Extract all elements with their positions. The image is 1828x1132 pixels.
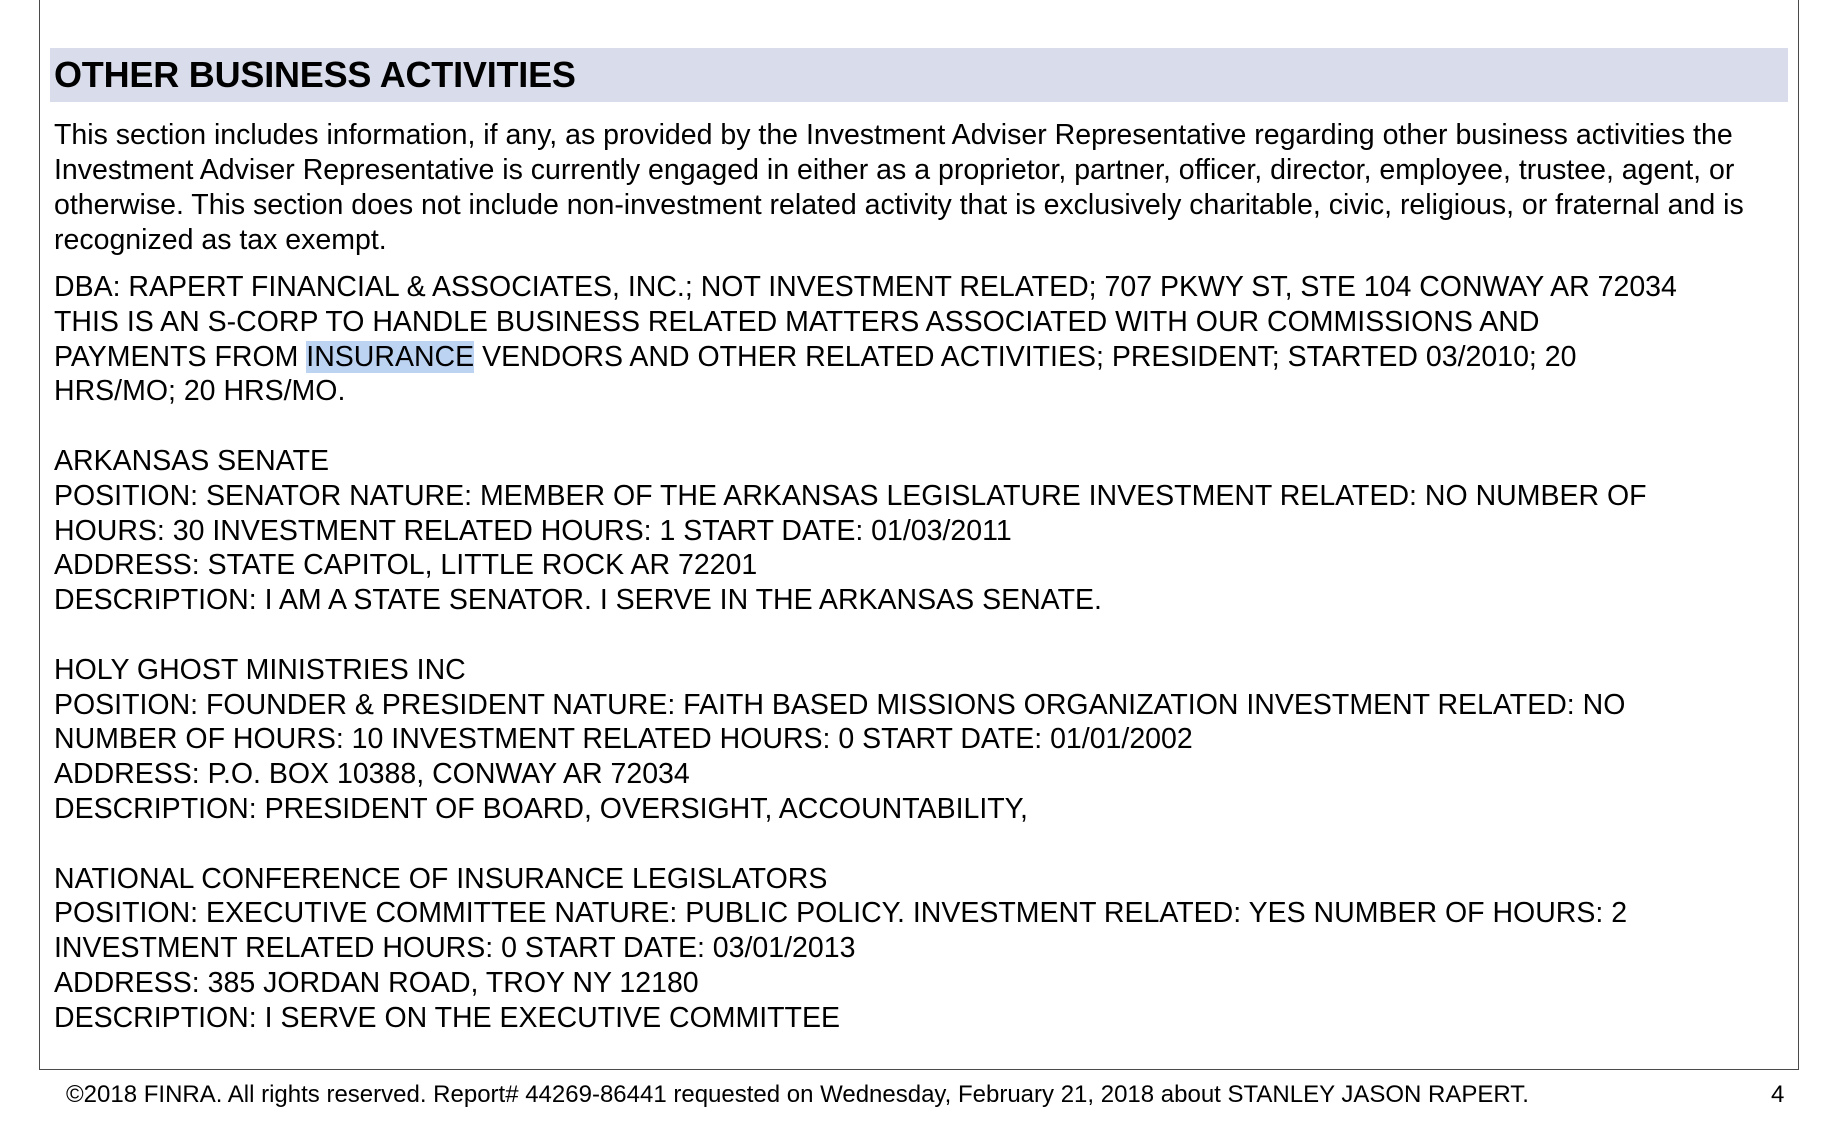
section-intro: This section includes information, if an… [54,119,1744,256]
activity-name: HOLY GHOST MINISTRIES INC [54,653,466,686]
dba-line: PAYMENTS FROM INSURANCE VENDORS AND OTHE… [54,340,1814,375]
dba-line: THIS IS AN S-CORP TO HANDLE BUSINESS REL… [54,305,1540,338]
activity-hours: NUMBER OF HOURS: 10 INVESTMENT RELATED H… [54,723,1193,756]
entry-spacer [54,827,1814,862]
dba-line-text: PAYMENTS FROM [54,340,307,373]
activity-position: POSITION: FOUNDER & PRESIDENT NATURE: FA… [54,688,1626,721]
activity-position: POSITION: EXECUTIVE COMMITTEE NATURE: PU… [54,897,1628,930]
activity-entry: HOLY GHOST MINISTRIES INC POSITION: FOUN… [54,653,1814,827]
activity-entry: NATIONAL CONFERENCE OF INSURANCE LEGISLA… [54,862,1814,1036]
activity-hours: HOURS: 30 INVESTMENT RELATED HOURS: 1 ST… [54,514,1012,547]
activity-name: ARKANSAS SENATE [54,444,330,477]
activity-entry: ARKANSAS SENATE POSITION: SENATOR NATURE… [54,444,1814,618]
section-title: OTHER BUSINESS ACTIVITIES [54,54,576,95]
activity-description: DESCRIPTION: I AM A STATE SENATOR. I SER… [54,584,1102,617]
dba-line: DBA: RAPERT FINANCIAL & ASSOCIATES, INC.… [54,271,1677,303]
dba-line: HRS/MO; 20 HRS/MO. [54,375,346,408]
activity-address: ADDRESS: STATE CAPITOL, LITTLE ROCK AR 7… [54,549,758,582]
activity-name: NATIONAL CONFERENCE OF INSURANCE LEGISLA… [54,862,828,895]
activity-hours: INVESTMENT RELATED HOURS: 0 START DATE: … [54,932,856,965]
footer-copyright: ©2018 FINRA. All rights reserved. Report… [66,1081,1529,1108]
activity-address: ADDRESS: 385 JORDAN ROAD, TROY NY 12180 [54,966,699,999]
dba-line-text: VENDORS AND OTHER RELATED ACTIVITIES; PR… [474,340,1577,373]
activities-list: DBA: RAPERT FINANCIAL & ASSOCIATES, INC.… [54,270,1814,1036]
activity-address: ADDRESS: P.O. BOX 10388, CONWAY AR 72034 [54,758,690,791]
search-highlight: INSURANCE [306,340,475,373]
activity-description: DESCRIPTION: PRESIDENT OF BOARD, OVERSIG… [54,792,1028,825]
dba-entry: DBA: RAPERT FINANCIAL & ASSOCIATES, INC.… [54,270,1814,409]
entry-spacer [54,409,1814,444]
page-number: 4 [1771,1081,1785,1108]
activity-description: DESCRIPTION: I SERVE ON THE EXECUTIVE CO… [54,1001,840,1034]
entry-spacer [54,618,1814,653]
activity-position: POSITION: SENATOR NATURE: MEMBER OF THE … [54,479,1647,512]
